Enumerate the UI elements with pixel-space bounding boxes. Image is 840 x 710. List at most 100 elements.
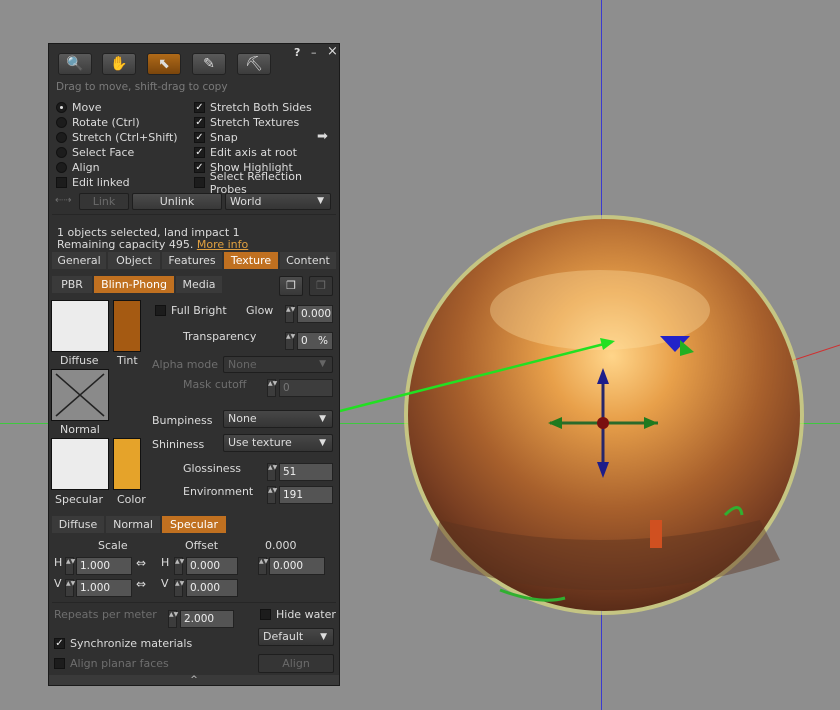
link-button[interactable]: Link bbox=[79, 193, 129, 210]
more-info-link[interactable]: More info bbox=[197, 238, 248, 251]
full-bright-checkbox[interactable] bbox=[155, 305, 166, 316]
specular-texture-swatch[interactable] bbox=[51, 438, 109, 490]
scale-h-spinner[interactable]: ▲▼ bbox=[65, 557, 75, 575]
alpha-mode-combo[interactable]: None ▼ bbox=[223, 356, 333, 373]
shininess-label: Shininess bbox=[152, 438, 205, 451]
focus-icon: 🔍 bbox=[66, 56, 84, 72]
move-tool-button[interactable]: ✋ bbox=[102, 53, 136, 75]
glossiness-field[interactable]: 51 bbox=[279, 463, 333, 481]
mode-select-face[interactable]: Select Face bbox=[56, 145, 134, 160]
minimize-button[interactable]: – bbox=[311, 46, 317, 59]
radio-move[interactable] bbox=[56, 102, 67, 113]
transparency-spinner[interactable]: ▲▼ bbox=[285, 332, 295, 350]
tab-object[interactable]: Object bbox=[108, 252, 160, 269]
close-button[interactable]: × bbox=[327, 44, 338, 59]
option-stretch-textures[interactable]: ✓ Stretch Textures bbox=[194, 115, 299, 130]
mode-rotate[interactable]: Rotate (Ctrl) bbox=[56, 115, 140, 130]
hide-water-checkbox[interactable] bbox=[260, 609, 271, 620]
tab-features[interactable]: Features bbox=[162, 252, 222, 269]
align-planar-option[interactable]: Align planar faces bbox=[54, 656, 169, 671]
offset-h-field[interactable]: 0.000 bbox=[186, 557, 238, 575]
align-button[interactable]: Align bbox=[258, 654, 334, 673]
subtab-media[interactable]: Media bbox=[176, 276, 222, 293]
mode-stretch[interactable]: Stretch (Ctrl+Shift) bbox=[56, 130, 178, 145]
checkbox[interactable]: ✓ bbox=[194, 162, 205, 173]
glow-field[interactable]: 0.000 bbox=[297, 305, 333, 323]
map-tab-diffuse[interactable]: Diffuse bbox=[52, 516, 104, 533]
subtab-blinn-phong[interactable]: Blinn-Phong bbox=[94, 276, 174, 293]
repeats-field[interactable]: 2.000 bbox=[180, 610, 234, 628]
map-tab-specular[interactable]: Specular bbox=[162, 516, 226, 533]
option-stretch-both[interactable]: ✓ Stretch Both Sides bbox=[194, 100, 312, 115]
shininess-combo[interactable]: Use texture ▼ bbox=[223, 434, 333, 452]
expand-panel-button[interactable]: ^ bbox=[49, 675, 339, 685]
radio-rotate[interactable] bbox=[56, 117, 67, 128]
flip-h-icon[interactable]: ⇔ bbox=[136, 556, 146, 570]
edit-tool-button[interactable]: ⬉ bbox=[147, 53, 181, 75]
bumpiness-combo[interactable]: None ▼ bbox=[223, 410, 333, 428]
wrench-icon: ✎ bbox=[203, 56, 215, 72]
transparency-field[interactable]: 0% bbox=[297, 332, 333, 350]
edit-linked-option[interactable]: Edit linked bbox=[56, 175, 130, 190]
specular-color-swatch[interactable] bbox=[113, 438, 141, 490]
mode-move[interactable]: Move bbox=[56, 100, 102, 115]
create-tool-button[interactable]: ✎ bbox=[192, 53, 226, 75]
edit-linked-checkbox[interactable] bbox=[56, 177, 67, 188]
scale-h-field[interactable]: 1.000 bbox=[76, 557, 132, 575]
color-label: Color bbox=[117, 493, 146, 506]
map-tab-normal[interactable]: Normal bbox=[106, 516, 160, 533]
scale-v-field[interactable]: 1.000 bbox=[76, 579, 132, 597]
tab-content[interactable]: Content bbox=[280, 252, 336, 269]
full-bright-option[interactable]: Full Bright bbox=[155, 303, 227, 318]
radio-stretch[interactable] bbox=[56, 132, 67, 143]
grid-options-arrow-icon[interactable]: ➡ bbox=[317, 129, 328, 144]
glossiness-label: Glossiness bbox=[183, 462, 242, 475]
tab-texture[interactable]: Texture bbox=[224, 252, 278, 269]
environment-spinner[interactable]: ▲▼ bbox=[267, 486, 277, 504]
offset-v-spinner[interactable]: ▲▼ bbox=[174, 579, 184, 597]
align-planar-checkbox[interactable] bbox=[54, 658, 65, 669]
checkbox[interactable] bbox=[194, 177, 205, 188]
unlink-button[interactable]: Unlink bbox=[132, 193, 222, 210]
mask-cutoff-spinner[interactable]: ▲▼ bbox=[267, 379, 277, 397]
option-edit-axis-root[interactable]: ✓ Edit axis at root bbox=[194, 145, 297, 160]
scale-v-spinner[interactable]: ▲▼ bbox=[65, 579, 75, 597]
tint-color-swatch[interactable] bbox=[113, 300, 141, 352]
option-label: Snap bbox=[210, 131, 238, 144]
radio-align[interactable] bbox=[56, 162, 67, 173]
diffuse-texture-swatch[interactable] bbox=[51, 300, 109, 352]
rotation-spinner[interactable]: ▲▼ bbox=[258, 557, 268, 575]
sync-materials-checkbox[interactable]: ✓ bbox=[54, 638, 65, 649]
rotation-header: 0.000 bbox=[265, 539, 297, 552]
checkbox[interactable]: ✓ bbox=[194, 102, 205, 113]
subtab-pbr[interactable]: PBR bbox=[52, 276, 92, 293]
land-tool-button[interactable]: ⛏ bbox=[237, 53, 271, 75]
hide-water-option[interactable]: Hide water bbox=[260, 607, 336, 622]
sync-materials-option[interactable]: ✓ Synchronize materials bbox=[54, 636, 192, 651]
checkbox[interactable]: ✓ bbox=[194, 117, 205, 128]
checkbox[interactable]: ✓ bbox=[194, 132, 205, 143]
option-select-probes[interactable]: Select Reflection Probes bbox=[194, 170, 339, 196]
repeats-spinner[interactable]: ▲▼ bbox=[168, 610, 178, 628]
paste-button[interactable]: ❐ bbox=[309, 276, 333, 296]
radio-select-face[interactable] bbox=[56, 147, 67, 158]
copy-button[interactable]: ❐ bbox=[279, 276, 303, 296]
ruler-mode-combo[interactable]: World ▼ bbox=[225, 193, 331, 210]
environment-field[interactable]: 191 bbox=[279, 486, 333, 504]
flip-v-icon[interactable]: ⇔ bbox=[136, 577, 146, 591]
tab-general[interactable]: General bbox=[52, 252, 106, 269]
offset-h-spinner[interactable]: ▲▼ bbox=[174, 557, 184, 575]
mapping-combo[interactable]: Default ▼ bbox=[258, 628, 334, 646]
checkbox[interactable]: ✓ bbox=[194, 147, 205, 158]
chevron-down-icon: ▼ bbox=[320, 632, 327, 642]
offset-v-field[interactable]: 0.000 bbox=[186, 579, 238, 597]
help-button[interactable]: ? bbox=[294, 46, 300, 59]
focus-tool-button[interactable]: 🔍 bbox=[58, 53, 92, 75]
option-snap[interactable]: ✓ Snap bbox=[194, 130, 238, 145]
mode-align[interactable]: Align bbox=[56, 160, 100, 175]
normal-texture-swatch[interactable] bbox=[51, 369, 109, 421]
rotation-field[interactable]: 0.000 bbox=[269, 557, 325, 575]
glossiness-spinner[interactable]: ▲▼ bbox=[267, 463, 277, 481]
mask-cutoff-field[interactable]: 0 bbox=[279, 379, 333, 397]
glow-spinner[interactable]: ▲▼ bbox=[285, 305, 295, 323]
